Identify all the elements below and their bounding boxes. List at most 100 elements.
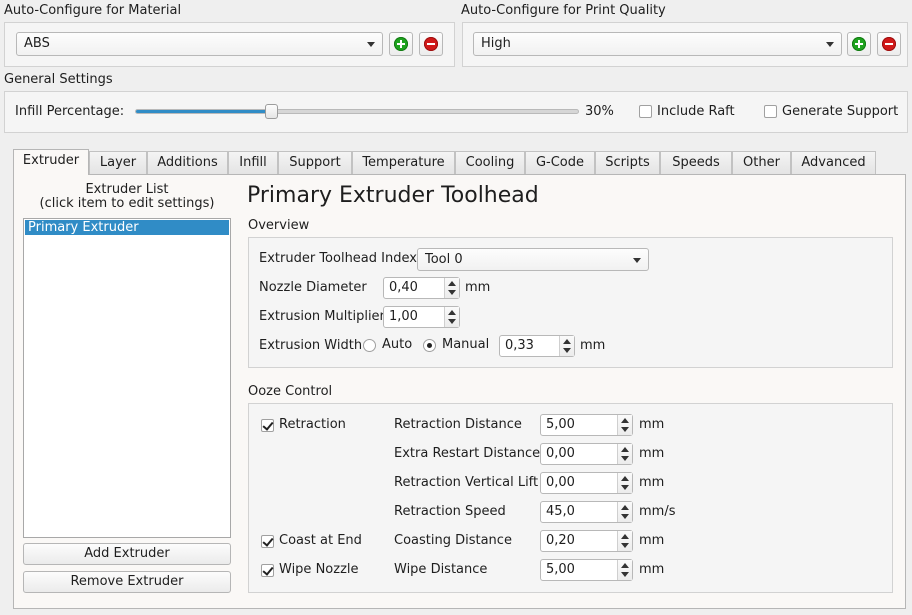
infill-slider[interactable] [135,104,579,119]
spin-up-icon[interactable] [621,476,629,481]
remove-quality-button[interactable] [877,32,901,56]
tab-gcode[interactable]: G-Code [525,151,595,174]
extra-restart-distance-value: 0,00 [546,446,575,461]
spin-down-icon[interactable] [621,456,629,461]
quality-select[interactable]: High [473,32,842,56]
spin-down-icon[interactable] [621,485,629,490]
spin-up-icon[interactable] [621,447,629,452]
coast-at-end-checkbox[interactable] [261,535,274,548]
wipe-nozzle-checkbox[interactable] [261,564,274,577]
chevron-down-icon [367,42,375,47]
tab-support[interactable]: Support [278,151,352,174]
toolhead-index-value: Tool 0 [425,252,463,267]
extrusion-width-manual-radio[interactable] [423,339,436,352]
nozzle-diameter-label: Nozzle Diameter [259,280,367,295]
retraction-speed-spinbox[interactable]: 45,0 [540,501,633,523]
extrusion-width-spinbox[interactable]: 0,33 [499,335,575,357]
extrusion-width-value: 0,33 [505,338,534,353]
spin-down-icon[interactable] [621,543,629,548]
spin-down-icon[interactable] [621,572,629,577]
spin-up-icon[interactable] [621,563,629,568]
extra-restart-distance-spinbox[interactable]: 0,00 [540,443,633,465]
spin-buttons[interactable] [617,473,632,493]
quality-panel: High [462,22,908,67]
tab-cooling[interactable]: Cooling [455,151,525,174]
spin-buttons[interactable] [617,502,632,522]
infill-percentage-label: Infill Percentage: [15,104,125,119]
spin-up-icon[interactable] [621,534,629,539]
tab-other[interactable]: Other [732,151,791,174]
remove-material-button[interactable] [419,32,443,56]
material-select[interactable]: ABS [16,32,383,56]
material-group-title: Auto-Configure for Material [4,3,182,18]
retraction-distance-spinbox[interactable]: 5,00 [540,414,633,436]
add-material-button[interactable] [389,32,413,56]
spin-buttons[interactable] [444,278,459,298]
tab-extruder[interactable]: Extruder [13,149,89,175]
spin-up-icon[interactable] [448,310,456,315]
add-quality-button[interactable] [847,32,871,56]
tab-layer[interactable]: Layer [89,151,147,174]
ooze-control-panel: Retraction Coast at End Wipe Nozzle Retr… [248,403,893,593]
coasting-distance-unit: mm [639,533,665,548]
extrusion-multiplier-label: Extrusion Multiplier [259,309,385,324]
overview-group-title: Overview [248,218,310,233]
coasting-distance-value: 0,20 [546,533,575,548]
extrusion-width-auto-radio[interactable] [363,339,376,352]
extra-restart-distance-label: Extra Restart Distance [394,446,541,461]
spin-buttons[interactable] [559,336,574,356]
extruder-list-title: Extruder List (click item to edit settin… [23,183,231,211]
extrusion-multiplier-spinbox[interactable]: 1,00 [383,306,460,328]
overview-panel: Extruder Toolhead Index Tool 0 Nozzle Di… [248,237,893,368]
generate-support-checkbox[interactable] [764,105,777,118]
spin-down-icon[interactable] [621,514,629,519]
chevron-down-icon [826,42,834,47]
extruder-tab-pane: Extruder List (click item to edit settin… [13,174,906,609]
tab-speeds[interactable]: Speeds [660,151,732,174]
coasting-distance-spinbox[interactable]: 0,20 [540,530,633,552]
spin-buttons[interactable] [617,444,632,464]
tab-infill[interactable]: Infill [228,151,278,174]
infill-slider-handle[interactable] [265,104,278,119]
retraction-distance-unit: mm [639,417,665,432]
tab-advanced[interactable]: Advanced [791,151,876,174]
spin-up-icon[interactable] [621,418,629,423]
wipe-distance-spinbox[interactable]: 5,00 [540,559,633,581]
extruder-editor-heading: Primary Extruder Toolhead [247,183,539,208]
extrusion-width-unit: mm [580,338,606,353]
plus-icon [394,37,408,51]
minus-icon [424,37,438,51]
tab-scripts[interactable]: Scripts [595,151,660,174]
extruder-list-item-primary[interactable]: Primary Extruder [25,220,229,235]
spin-buttons[interactable] [617,531,632,551]
spin-up-icon[interactable] [563,339,571,344]
include-raft-checkbox[interactable] [639,105,652,118]
spin-up-icon[interactable] [621,505,629,510]
spin-up-icon[interactable] [448,281,456,286]
quality-select-value: High [481,36,511,51]
spin-down-icon[interactable] [448,319,456,324]
spin-buttons[interactable] [617,560,632,580]
spin-down-icon[interactable] [448,290,456,295]
coasting-distance-label: Coasting Distance [394,533,512,548]
spin-down-icon[interactable] [563,348,571,353]
retraction-checkbox[interactable] [261,419,274,432]
material-select-value: ABS [24,36,50,51]
chevron-down-icon [633,258,641,263]
extrusion-width-label: Extrusion Width [259,338,363,353]
add-extruder-button[interactable]: Add Extruder [23,543,231,565]
remove-extruder-button[interactable]: Remove Extruder [23,571,231,593]
spin-down-icon[interactable] [621,427,629,432]
wipe-distance-value: 5,00 [546,562,575,577]
nozzle-diameter-unit: mm [465,280,491,295]
tab-additions[interactable]: Additions [147,151,228,174]
nozzle-diameter-spinbox[interactable]: 0,40 [383,277,460,299]
retraction-vertical-lift-spinbox[interactable]: 0,00 [540,472,633,494]
spin-buttons[interactable] [444,307,459,327]
retraction-speed-value: 45,0 [546,504,575,519]
tab-temperature[interactable]: Temperature [352,151,455,174]
extruder-list[interactable]: Primary Extruder [23,218,231,538]
general-settings-panel: Infill Percentage: 30% Include Raft Gene… [4,91,908,133]
spin-buttons[interactable] [617,415,632,435]
toolhead-index-select[interactable]: Tool 0 [417,248,649,271]
